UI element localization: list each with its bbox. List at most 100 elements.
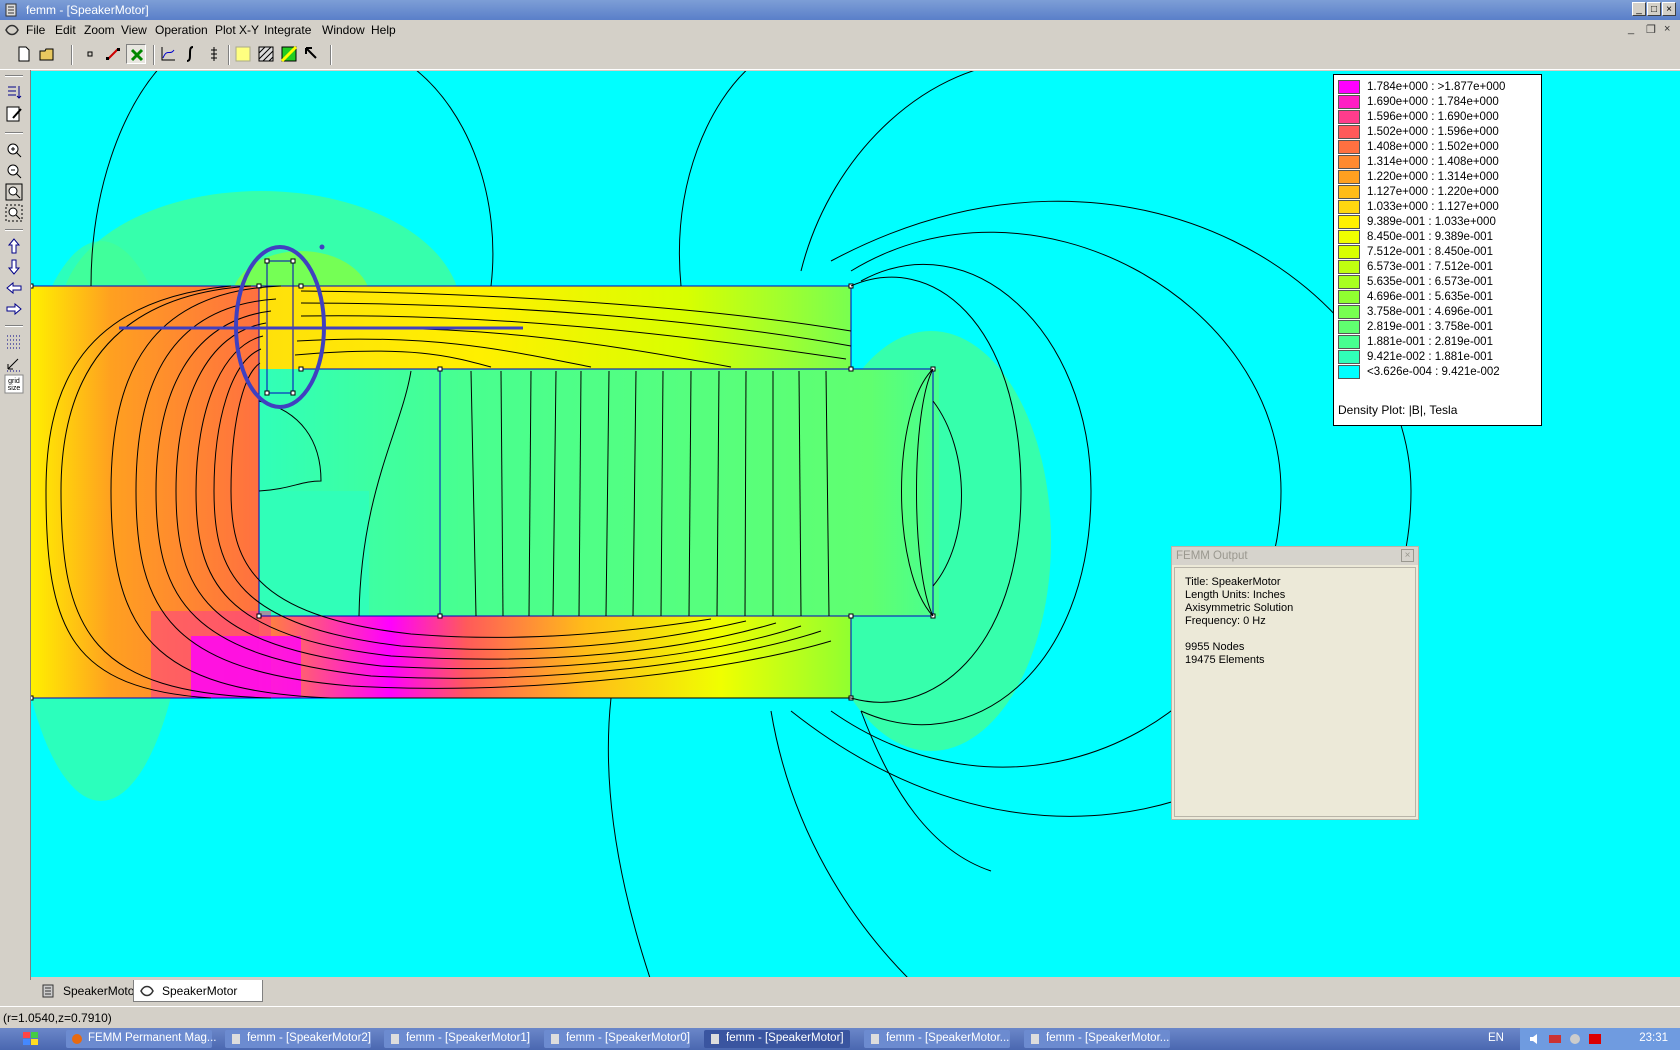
close-icon[interactable]: ×	[1401, 549, 1414, 562]
ati-icon[interactable]	[1588, 1032, 1602, 1046]
taskbar-item[interactable]: femm - [SpeakerMotor1]	[384, 1030, 530, 1048]
menu-integrate[interactable]: Integrate	[264, 23, 311, 37]
left-toolbar: grid size	[0, 70, 31, 980]
legend-swatch	[1338, 245, 1360, 259]
block-mode-icon[interactable]	[126, 44, 146, 64]
segment-mode-icon[interactable]	[103, 44, 123, 64]
density-plot-icon[interactable]	[256, 44, 276, 64]
legend-swatch	[1338, 230, 1360, 244]
pan-up-icon[interactable]	[4, 236, 24, 256]
pan-down-icon[interactable]	[4, 257, 24, 277]
legend-swatch	[1338, 290, 1360, 304]
menu-help[interactable]: Help	[371, 23, 396, 37]
arrow-select-icon[interactable]	[302, 44, 322, 64]
language-indicator[interactable]: EN	[1488, 1032, 1504, 1044]
legend-row: 7.512e-001 : 8.450e-001	[1338, 245, 1538, 260]
clock: 23:31	[1639, 1032, 1668, 1044]
output-window-header[interactable]: FEMM Output ×	[1172, 547, 1418, 565]
menu-zoom[interactable]: Zoom	[84, 23, 115, 37]
pan-right-icon[interactable]	[4, 299, 24, 319]
legend-swatch	[1338, 215, 1360, 229]
legend-row: 1.220e+000 : 1.314e+000	[1338, 170, 1538, 185]
tab-speakermotor-output[interactable]: SpeakerMotor	[133, 980, 263, 1002]
toolbar	[0, 41, 1680, 70]
tab-speakermotor-input[interactable]: SpeakerMotor	[35, 980, 138, 1002]
show-mesh-icon[interactable]	[233, 44, 253, 64]
legend-caption: Density Plot: |B|, Tesla	[1338, 403, 1458, 417]
zoom-fit-icon[interactable]	[4, 182, 24, 202]
output-line: Length Units: Inches	[1185, 589, 1286, 601]
legend-label: 1.033e+000 : 1.127e+000	[1367, 201, 1499, 213]
show-grid-icon[interactable]	[4, 332, 24, 352]
taskbar-item[interactable]: femm - [SpeakerMotor...	[1024, 1030, 1170, 1048]
start-icon[interactable]	[22, 1031, 40, 1047]
menu-operation[interactable]: Operation	[155, 23, 208, 37]
legend-swatch	[1338, 320, 1360, 334]
taskbar-item[interactable]: FEMM Permanent Mag...	[66, 1030, 216, 1048]
femm-icon	[391, 1034, 399, 1044]
menu-window[interactable]: Window	[322, 23, 365, 37]
legend-label: 1.784e+000 : >1.877e+000	[1367, 81, 1506, 93]
legend-row: 1.596e+000 : 1.690e+000	[1338, 110, 1538, 125]
mdi-restore-button[interactable]: ❐	[1646, 23, 1656, 36]
legend-label: 1.127e+000 : 1.220e+000	[1367, 186, 1499, 198]
legend-row: 6.573e-001 : 7.512e-001	[1338, 260, 1538, 275]
femm-icon	[871, 1034, 879, 1044]
femm-output-window[interactable]: FEMM Output × Title: SpeakerMotor Length…	[1171, 546, 1419, 820]
edit-props-icon[interactable]	[4, 104, 24, 124]
taskbar-item[interactable]: femm - [SpeakerMotor2]	[225, 1030, 371, 1048]
zoom-window-icon[interactable]	[4, 203, 24, 223]
taskbar-item[interactable]: femm - [SpeakerMotor0]	[544, 1030, 690, 1048]
density-plot-canvas[interactable]: 1.784e+000 : >1.877e+000 1.690e+000 : 1.7…	[31, 71, 1680, 977]
mdi-minimize-button[interactable]: _	[1628, 23, 1634, 35]
minimize-button[interactable]: _	[1632, 2, 1646, 16]
legend-swatch	[1338, 335, 1360, 349]
output-line: Frequency: 0 Hz	[1185, 615, 1266, 627]
snap-grid-icon[interactable]	[4, 353, 24, 373]
legend-row: 1.690e+000 : 1.784e+000	[1338, 95, 1538, 110]
integrate-icon[interactable]	[181, 44, 201, 64]
legend-label: 1.596e+000 : 1.690e+000	[1367, 111, 1499, 123]
legend-swatch	[1338, 200, 1360, 214]
menu-view[interactable]: View	[121, 23, 147, 37]
menu-edit[interactable]: Edit	[55, 23, 76, 37]
tab-label: SpeakerMotor	[162, 984, 238, 998]
legend-swatch	[1338, 350, 1360, 364]
open-folder-icon[interactable]	[37, 44, 57, 64]
legend-label: 1.881e-001 : 2.819e-001	[1367, 336, 1493, 348]
vector-plot-icon[interactable]	[279, 44, 299, 64]
node-mode-icon[interactable]	[80, 44, 100, 64]
legend-label: 9.389e-001 : 1.033e+000	[1367, 216, 1496, 228]
document-icon[interactable]	[4, 23, 20, 37]
maximize-button[interactable]: □	[1647, 2, 1661, 16]
network-icon[interactable]	[1548, 1032, 1562, 1046]
legend-swatch	[1338, 80, 1360, 94]
legend-row: 9.421e-002 : 1.881e-001	[1338, 350, 1538, 365]
taskbar-item[interactable]: femm - [SpeakerMotor...	[864, 1030, 1010, 1048]
legend-label: 1.314e+000 : 1.408e+000	[1367, 156, 1499, 168]
legend-label: 9.421e-002 : 1.881e-001	[1367, 351, 1493, 363]
svg-text:grid: grid	[8, 378, 20, 385]
legend-row: 5.635e-001 : 6.573e-001	[1338, 275, 1538, 290]
legend-row: 2.819e-001 : 3.758e-001	[1338, 320, 1538, 335]
volume-icon[interactable]	[1528, 1032, 1542, 1046]
zoom-in-icon[interactable]	[4, 140, 24, 160]
zoom-out-icon[interactable]	[4, 161, 24, 181]
mdi-close-button[interactable]: ×	[1664, 23, 1670, 35]
menu-file[interactable]: File	[26, 23, 45, 37]
legend-row: 1.408e+000 : 1.502e+000	[1338, 140, 1538, 155]
smart-mesh-icon[interactable]	[4, 82, 24, 102]
close-button[interactable]: ×	[1662, 2, 1676, 16]
legend-swatch	[1338, 155, 1360, 169]
plot-xy-icon[interactable]	[158, 44, 178, 64]
output-line: Axisymmetric Solution	[1185, 602, 1294, 614]
security-icon[interactable]	[1568, 1032, 1582, 1046]
new-file-icon[interactable]	[14, 44, 34, 64]
line-integral-icon[interactable]	[204, 44, 224, 64]
taskbar-item-active[interactable]: femm - [SpeakerMotor]	[704, 1030, 850, 1048]
grid-size-icon[interactable]: grid size	[4, 374, 24, 394]
menu-plot-xy[interactable]: Plot X-Y	[215, 23, 259, 37]
pan-left-icon[interactable]	[4, 278, 24, 298]
density-legend: 1.784e+000 : >1.877e+000 1.690e+000 : 1.7…	[1333, 74, 1542, 426]
legend-row: 1.033e+000 : 1.127e+000	[1338, 200, 1538, 215]
